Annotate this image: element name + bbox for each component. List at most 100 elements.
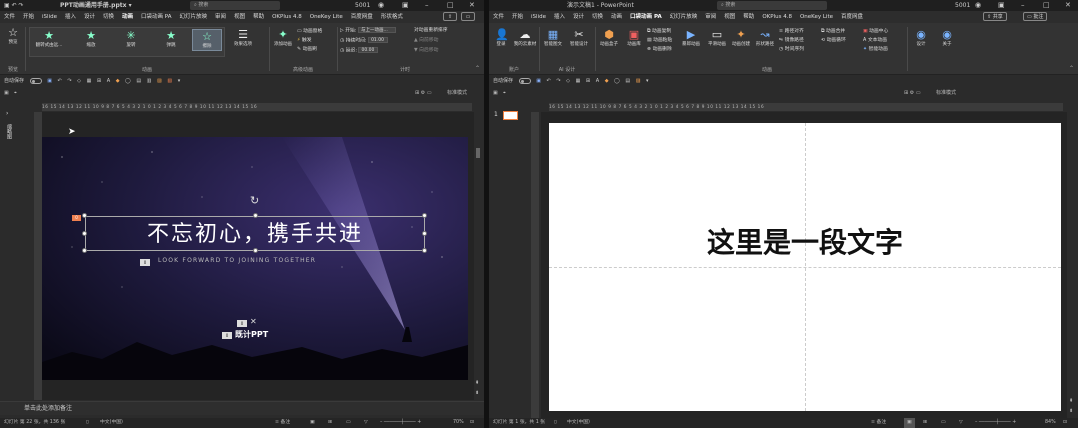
view-mode-label[interactable]: 标准模式 (936, 88, 956, 98)
vertical-scrollbar[interactable]: ⇞ ⇟ (1069, 112, 1075, 418)
next-slide-icon[interactable]: ⇟ (1069, 408, 1073, 414)
fit-slide-icon[interactable]: ⊡ (1063, 418, 1067, 428)
ribbon-display-icon[interactable]: ▣ (998, 0, 1005, 11)
autosave-toggle[interactable] (518, 77, 531, 84)
tab-12[interactable]: OKPlus 4.8 (758, 11, 796, 23)
resize-handle[interactable] (82, 248, 87, 253)
show-animation-button[interactable]: ▶ 暴郎动画 (679, 29, 703, 48)
animation-pane-button[interactable]: ▭ 动画窗格 (297, 28, 322, 36)
close-icon[interactable]: ✕ (1065, 0, 1071, 11)
tab-13[interactable]: OneKey Lite (796, 11, 837, 23)
undo-icon[interactable]: ↶ (547, 78, 551, 84)
layer-icon[interactable]: ▨ (636, 78, 641, 84)
customize-icon[interactable]: ▾ (178, 78, 181, 84)
animation-combine-button[interactable]: ⧉ 动画合并 (821, 28, 845, 36)
fill-icon[interactable]: ◆ (116, 78, 120, 84)
bring-front-icon[interactable]: ▥ (147, 78, 152, 84)
tab-8[interactable]: 幻灯片放映 (176, 11, 212, 23)
share-icon[interactable]: ⇪ (443, 12, 457, 21)
group-icon[interactable]: ▤ (136, 78, 141, 84)
add-animation-button[interactable]: ✦ 添加动画 (271, 29, 295, 48)
tab-0[interactable]: 文件 (489, 11, 508, 23)
move-later-button[interactable]: ▼ 向后移动 (414, 47, 438, 55)
smooth-animation-button[interactable]: ▭ 平滑动画 (705, 29, 729, 48)
animation-tag-icon[interactable]: 0 (237, 320, 247, 327)
tab-9[interactable]: 审阅 (211, 11, 230, 23)
tab-5[interactable]: 切换 (588, 11, 607, 23)
pin-icon[interactable]: ⌖ (503, 88, 506, 98)
resize-handle[interactable] (82, 231, 87, 236)
group-icon[interactable]: ▤ (625, 78, 630, 84)
search-box[interactable]: ⌕ 搜索 (717, 1, 827, 10)
language[interactable]: 中文(中国) (567, 418, 590, 428)
tab-15[interactable]: 形状格式 (377, 11, 407, 23)
design-button[interactable]: ◉ 设计 (909, 29, 933, 48)
mirror-path-button[interactable]: ⇋ 镜像路径 (779, 37, 804, 45)
tab-1[interactable]: 开始 (508, 11, 527, 23)
tab-2[interactable]: iSlide (38, 11, 61, 23)
about-button[interactable]: ◉ 关于 (935, 29, 959, 48)
move-earlier-button[interactable]: ▲ 向前移动 (414, 37, 438, 45)
slide[interactable]: 不忘初心，携手共进 ↻ 0 0 LOOK FORWARD TO JOINING … (42, 137, 468, 380)
anim-effect-bounce[interactable]: ★ 弹跳 (153, 30, 189, 49)
avatar-icon[interactable]: ◉ (975, 0, 981, 11)
tab-3[interactable]: 插入 (61, 11, 80, 23)
autosave-icon[interactable]: ▣ ↶ ↷ (4, 0, 24, 11)
comment-button[interactable]: ▭ 批注 (1023, 12, 1048, 21)
view-icon[interactable]: ⊞ ⚙ ▭ (415, 88, 432, 98)
animation-tag-icon[interactable]: 0 (222, 332, 232, 339)
tab-3[interactable]: 插入 (550, 11, 569, 23)
tab-8[interactable]: 幻灯片放映 (666, 11, 702, 23)
tab-2[interactable]: iSlide (527, 11, 550, 23)
language[interactable]: 中文(中国) (100, 418, 123, 428)
animation-paste-button[interactable]: ▤ 动画粘贴 (647, 37, 672, 45)
minimize-icon[interactable]: – (425, 0, 429, 11)
maximize-icon[interactable]: □ (447, 0, 454, 11)
tab-10[interactable]: 视图 (720, 11, 739, 23)
user-name[interactable]: 5001 (955, 0, 970, 11)
animation-painter-button[interactable]: ✎ 动画刷 (297, 46, 317, 54)
start-select[interactable]: 与上一动画... (357, 27, 396, 33)
tab-0[interactable]: 文件 (0, 11, 19, 23)
slide-text[interactable]: 这里是一段文字 (549, 223, 1061, 263)
resize-handle[interactable] (253, 248, 258, 253)
smart-graphic-button[interactable]: ▦ 智能图文 (541, 29, 565, 48)
view-icon[interactable]: ⊞ ⚙ ▭ (904, 88, 921, 98)
animation-center-button[interactable]: ▣ 动画中心 (863, 28, 888, 36)
notes-button[interactable]: ≡ 备注 (871, 418, 886, 428)
tab-14[interactable]: 百度网盘 (347, 11, 377, 23)
anim-effect-zoom[interactable]: ★ 缩放 (73, 30, 109, 49)
text-box-icon[interactable]: A (107, 78, 110, 84)
document-title[interactable]: 演示文稿1 - PowerPoint (567, 0, 634, 11)
smart-animation-button[interactable]: ✦ 智能动画 (863, 46, 888, 54)
zoom-slider[interactable]: – ──────┼──── + (380, 418, 421, 428)
document-title[interactable]: PPT动画通用手册.pptx ▾ (60, 0, 132, 11)
time-sequence-button[interactable]: ◷ 时间序列 (779, 46, 804, 54)
animation-create-button[interactable]: ✦ 动画创建 (731, 29, 751, 48)
slideshow-icon[interactable]: ▽ (364, 418, 368, 428)
slideshow-icon[interactable]: ▽ (959, 418, 963, 428)
preview-button[interactable]: ☆ 预览 (2, 27, 24, 46)
tab-14[interactable]: 百度网盘 (837, 11, 867, 23)
tab-12[interactable]: OKPlus 4.8 (268, 11, 306, 23)
rotate-handle-icon[interactable]: ↻ (250, 194, 259, 207)
normal-view-icon[interactable]: ▣ (904, 418, 915, 428)
picture-icon[interactable]: ▦ (576, 78, 581, 84)
redo-icon[interactable]: ↷ (556, 78, 560, 84)
tab-1[interactable]: 开始 (19, 11, 38, 23)
notes-pane[interactable]: 单击此处添加备注 (0, 401, 484, 415)
delay-input[interactable]: 00.00 (358, 47, 379, 53)
notes-button[interactable]: ≡ 备注 (275, 418, 290, 428)
animation-delete-button[interactable]: ⊗ 动画删除 (647, 46, 672, 54)
zoom-level[interactable]: 84% (1045, 418, 1056, 428)
tab-11[interactable]: 帮助 (739, 11, 758, 23)
animation-loop-button[interactable]: ⟲ 动画循环 (821, 37, 846, 45)
tab-5[interactable]: 切换 (99, 11, 118, 23)
anim-effect-flip[interactable]: ★ 翻转式由远... (31, 30, 67, 49)
trigger-button[interactable]: ⚡ 触发 (297, 37, 312, 45)
share-button[interactable]: ⇪ 共享 (983, 12, 1007, 21)
text-animation-button[interactable]: A 文本动画 (863, 37, 887, 45)
close-icon[interactable]: ✕ (469, 0, 475, 11)
sorter-view-icon[interactable]: ⊞ (328, 418, 332, 428)
slide-thumbnail[interactable] (503, 111, 518, 120)
